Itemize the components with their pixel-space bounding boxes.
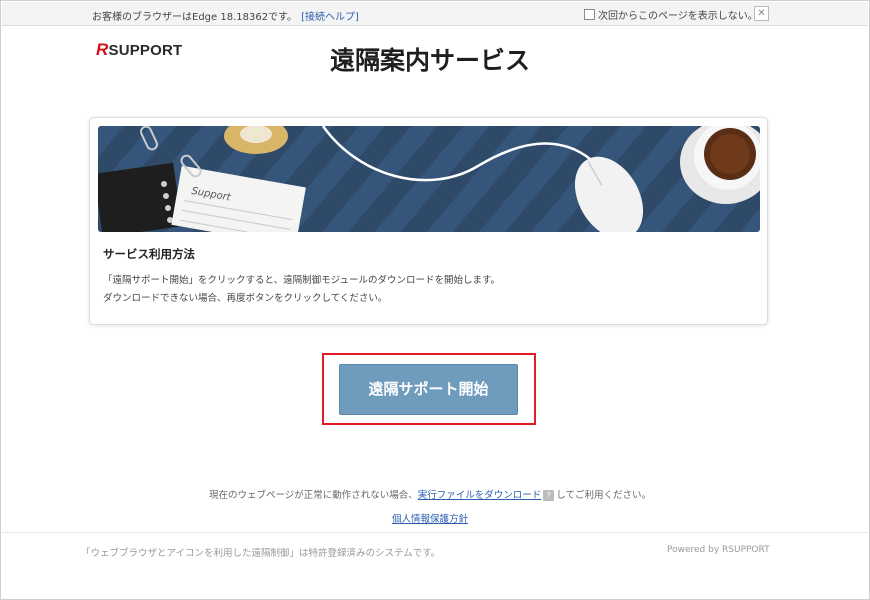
start-remote-support-button[interactable]: 遠隔サポート開始	[339, 364, 518, 415]
hide-page-checkbox[interactable]	[584, 9, 595, 20]
help-suffix: してご利用ください。	[556, 490, 652, 501]
help-line: 現在のウェブページが正常に動作されない場合、実行ファイルをダウンロード? してご利…	[1, 487, 859, 501]
browser-message: お客様のブラウザーはEdge 18.18362です。 [接続ヘルプ]	[92, 8, 359, 23]
browser-notice-bar: お客様のブラウザーはEdge 18.18362です。 [接続ヘルプ] 次回からこの…	[2, 2, 868, 26]
support-banner-image: Support	[98, 126, 760, 232]
privacy-policy: 個人情報保護方針	[1, 511, 859, 525]
service-info-card: Support サービス利用方法 「遠隔サポート開始」をクリックすると、遠隔制御…	[89, 117, 768, 325]
patent-notice: 「ウェブブラウザとアイコンを利用した遠隔制御」は特許登録済みのシステムです。	[81, 548, 441, 559]
usage-instruction-1: 「遠隔サポート開始」をクリックすると、遠隔制御モジュールのダウンロードを開始しま…	[103, 275, 501, 286]
usage-instruction-2: ダウンロードできない場合、再度ボタンをクリックしてください。	[103, 293, 388, 304]
powered-by: Powered by RSUPPORT	[667, 545, 770, 555]
privacy-policy-link[interactable]: 個人情報保護方針	[392, 514, 468, 525]
help-prefix: 現在のウェブページが正常に動作されない場合、	[208, 490, 418, 501]
browser-message-text: お客様のブラウザーはEdge 18.18362です。	[92, 12, 298, 23]
usage-heading: サービス利用方法	[103, 247, 195, 261]
notebook-icon	[98, 162, 183, 232]
help-question-icon[interactable]: ?	[543, 490, 555, 501]
hide-page-label[interactable]: 次回からこのページを表示しない。	[598, 7, 758, 22]
page-frame: お客様のブラウザーはEdge 18.18362です。 [接続ヘルプ] 次回からこの…	[0, 0, 870, 600]
page-title: 遠隔案内サービス	[329, 46, 530, 75]
footer-divider	[2, 532, 868, 533]
help-link[interactable]: [接続ヘルプ]	[301, 12, 359, 23]
hide-page-option[interactable]: 次回からこのページを表示しない。	[584, 7, 758, 22]
close-icon[interactable]: ✕	[754, 6, 769, 21]
download-exe-link[interactable]: 実行ファイルをダウンロード	[418, 490, 542, 501]
